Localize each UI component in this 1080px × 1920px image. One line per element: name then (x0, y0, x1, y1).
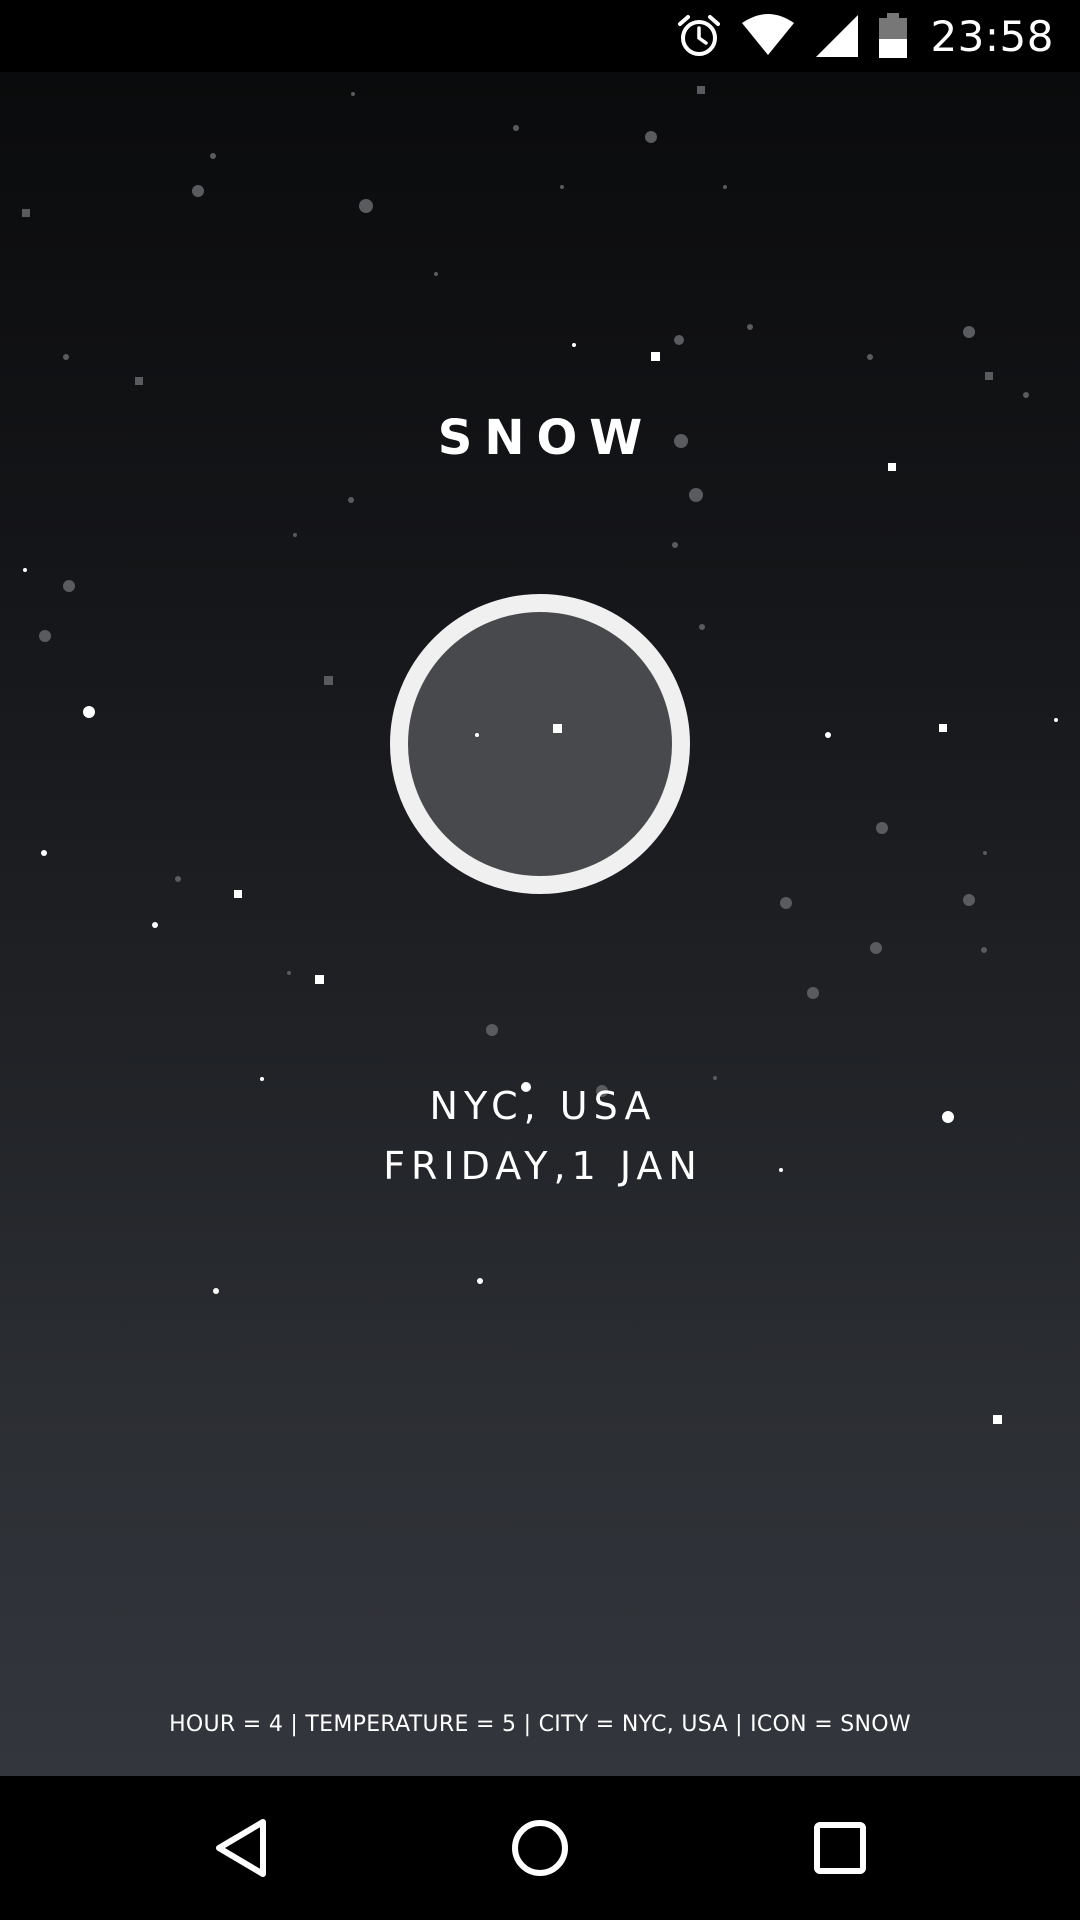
location-label: NYC, USA (429, 1084, 657, 1128)
cell-signal-icon (814, 13, 860, 59)
home-button[interactable] (460, 1776, 620, 1920)
moon-circle-icon (390, 594, 690, 894)
weather-condition-title: SNOW (437, 410, 655, 466)
date-label: FRIDAY,1 JAN (383, 1144, 703, 1188)
screen: 23:58 SNOW NYC, USA FRIDAY,1 JAN HOUR = … (0, 0, 1080, 1920)
home-icon (512, 1820, 568, 1876)
battery-icon (878, 13, 908, 59)
debug-info-text: HOUR = 4 | TEMPERATURE = 5 | CITY = NYC,… (169, 1712, 911, 1737)
snowfall-particles (22, 86, 1058, 1424)
weather-screen: SNOW NYC, USA FRIDAY,1 JAN HOUR = 4 | TE… (0, 72, 1080, 1776)
recents-icon (814, 1822, 866, 1874)
recents-button[interactable] (760, 1776, 920, 1920)
back-button[interactable] (161, 1776, 321, 1920)
back-icon (216, 1819, 266, 1877)
navigation-bar (0, 1776, 1080, 1920)
status-bar: 23:58 (0, 0, 1080, 72)
status-time: 23:58 (930, 11, 1054, 61)
wifi-icon (740, 13, 796, 59)
alarm-icon (676, 13, 722, 59)
